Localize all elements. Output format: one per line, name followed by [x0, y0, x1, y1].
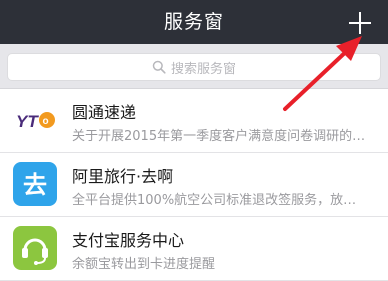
page-title: 服务窗	[163, 11, 224, 33]
search-placeholder: 搜索服务窗	[170, 61, 236, 77]
plus-icon	[349, 12, 371, 34]
search-bar: 搜索服务窗	[0, 44, 388, 89]
search-input[interactable]: 搜索服务窗	[7, 53, 381, 81]
service-item-yto[interactable]: YT o 圆通速递 关于开展2015年第一季度客户满意度问卷调研的…	[0, 89, 388, 153]
service-title: 支付宝服务中心	[72, 231, 185, 250]
yto-logo-text: YT	[16, 112, 39, 131]
alitrip-logo-text: 去	[23, 171, 47, 199]
service-list: YT o 圆通速递 关于开展2015年第一季度客户满意度问卷调研的… 去 阿里旅…	[0, 89, 388, 281]
service-title: 阿里旅行·去啊	[72, 167, 174, 186]
yto-logo-icon: YT o	[13, 98, 57, 142]
service-item-alipay-service-center[interactable]: 支付宝服务中心 余额宝转出到卡进度提醒	[0, 217, 388, 281]
alipay-service-headset-icon	[13, 226, 57, 270]
service-title: 圆通速递	[72, 103, 137, 122]
search-icon	[152, 60, 166, 74]
service-description: 全平台提供100%航空公司标准退改签服务，放…	[72, 193, 357, 208]
service-description: 关于开展2015年第一季度客户满意度问卷调研的…	[72, 129, 366, 144]
add-service-button[interactable]	[344, 7, 376, 39]
service-item-alitrip[interactable]: 去 阿里旅行·去啊 全平台提供100%航空公司标准退改签服务，放…	[0, 153, 388, 217]
top-navigation-bar: 服务窗	[0, 0, 388, 44]
service-description: 余额宝转出到卡进度提醒	[72, 257, 216, 272]
svg-text:o: o	[43, 116, 49, 127]
alitrip-logo-icon: 去	[13, 162, 57, 206]
